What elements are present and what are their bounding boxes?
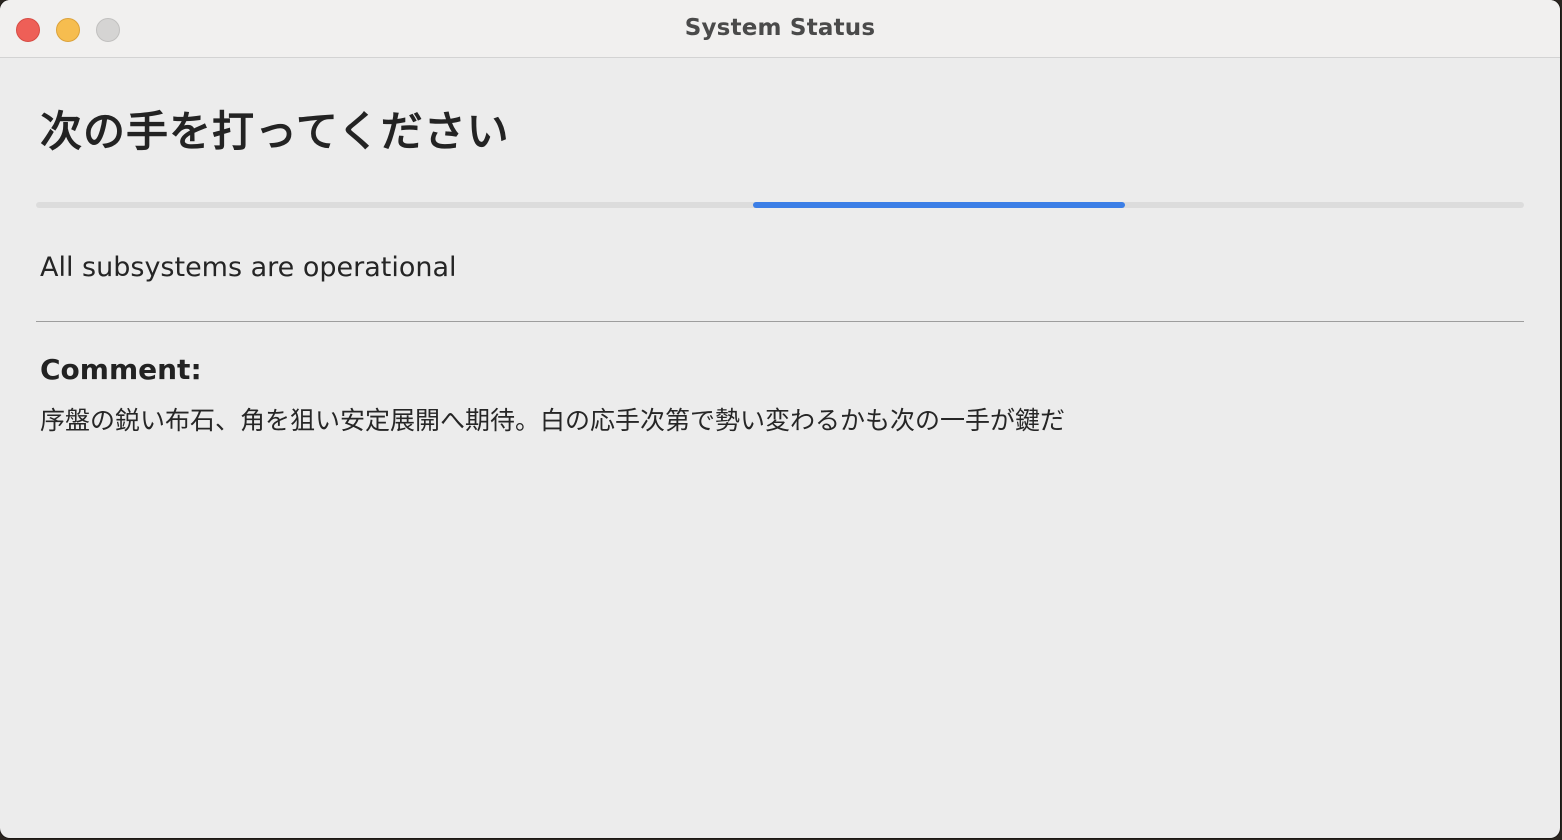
window-title: System Status — [684, 15, 876, 41]
status-message: All subsystems are operational — [40, 252, 457, 283]
system-status-window: System Status 次の手を打ってください All subsystems… — [0, 0, 1560, 838]
comment-text: 序盤の鋭い布石、角を狙い安定展開へ期待。白の応手次第で勢い変わるかも次の一手が鍵… — [40, 406, 1066, 435]
progress-indicator — [753, 202, 1125, 208]
comment-label: Comment: — [40, 353, 202, 386]
title-bar[interactable]: System Status — [0, 0, 1560, 58]
page-heading: 次の手を打ってください — [40, 107, 510, 156]
progress-bar — [36, 202, 1524, 208]
divider — [36, 321, 1524, 322]
